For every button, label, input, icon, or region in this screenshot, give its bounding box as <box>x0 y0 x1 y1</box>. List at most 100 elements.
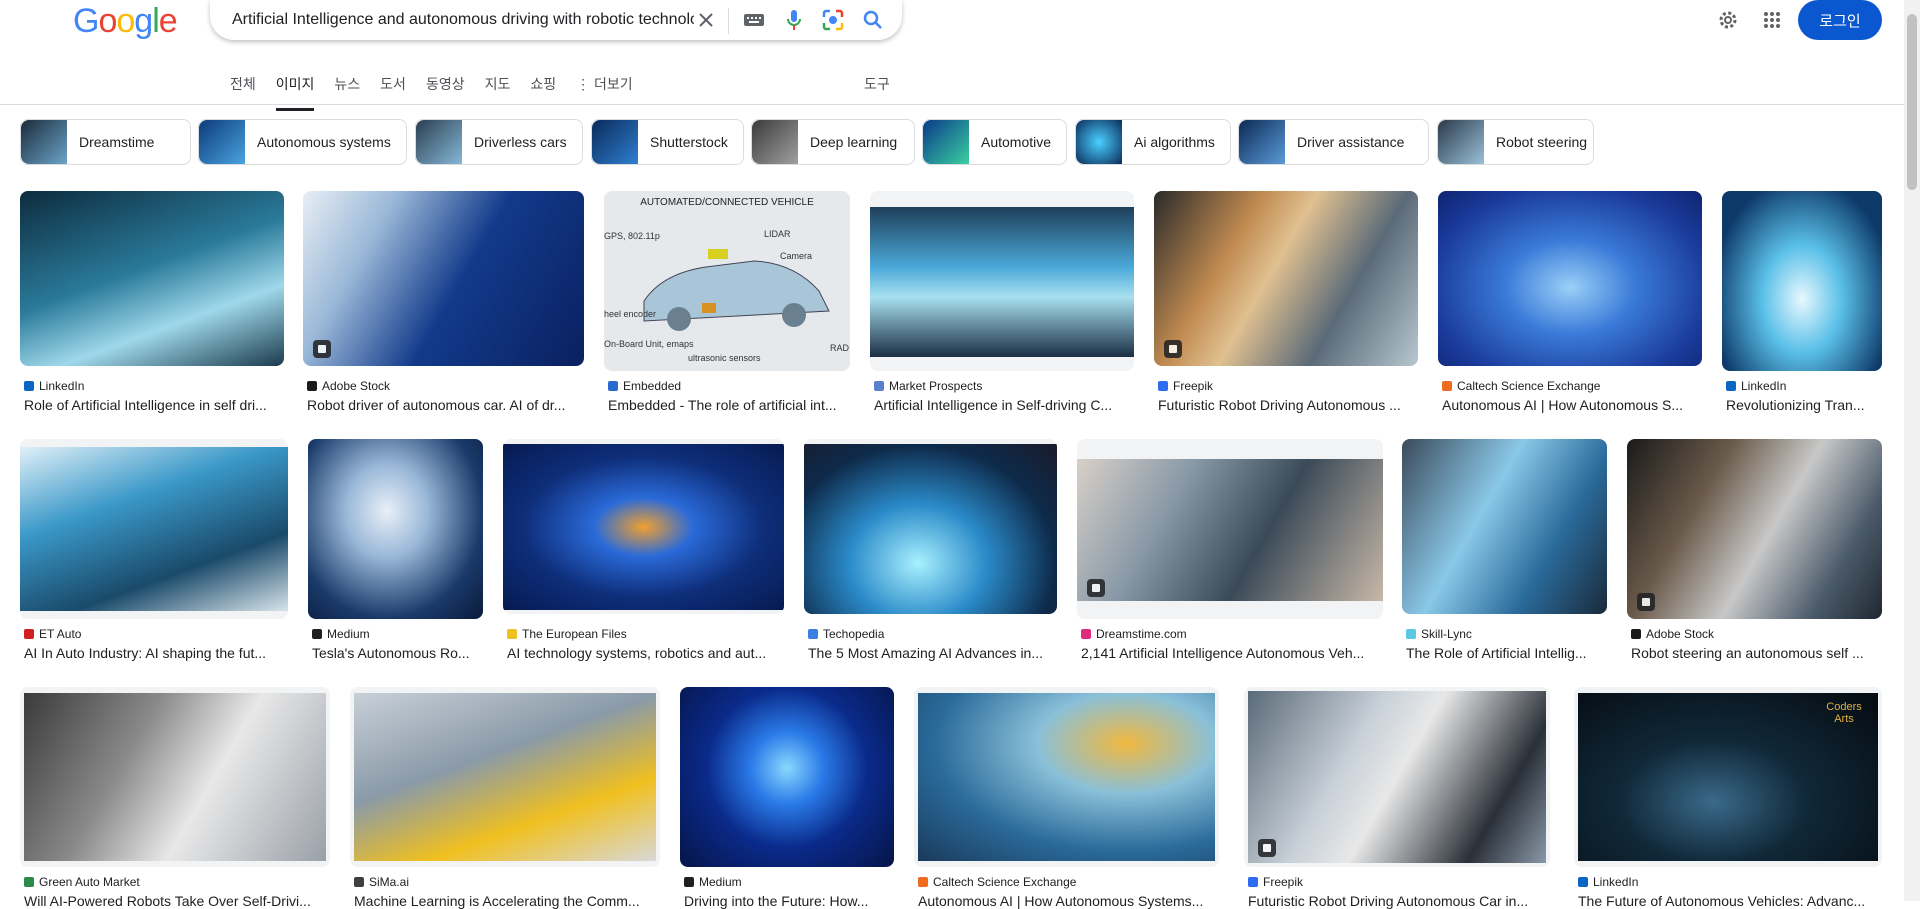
tools-button[interactable]: 도구 <box>864 74 890 94</box>
image-result[interactable]: Techopedia The 5 Most Amazing AI Advance… <box>804 439 1057 669</box>
logo-letter: G <box>73 2 99 40</box>
logo-letter: o <box>116 2 135 40</box>
page-scrollbar[interactable] <box>1904 0 1920 901</box>
chip-driver-assistance[interactable]: Driver assistance <box>1238 119 1429 165</box>
chip-autonomous-systems[interactable]: Autonomous systems <box>198 119 407 165</box>
image-result[interactable]: Caltech Science Exchange Autonomous AI |… <box>1438 191 1702 421</box>
result-title[interactable]: The Future of Autonomous Vehicles: Advan… <box>1578 893 1880 909</box>
result-title[interactable]: Tesla's Autonomous Ro... <box>312 645 481 661</box>
result-title[interactable]: Role of Artificial Intelligence in self … <box>24 397 282 413</box>
top-bar: Google 로그인 전체 이미지 뉴스 도서 동영상 지도 쇼핑 <box>0 0 1920 111</box>
tab-books[interactable]: 도서 <box>380 70 406 102</box>
result-title[interactable]: Futuristic Robot Driving Autonomous ... <box>1158 397 1416 413</box>
result-image <box>1077 459 1383 601</box>
chip-automotive[interactable]: Automotive <box>922 119 1067 165</box>
diagram-label: heel encoder <box>604 309 657 319</box>
result-image <box>680 687 894 867</box>
login-button[interactable]: 로그인 <box>1798 0 1882 40</box>
image-result[interactable]: LinkedIn Revolutionizing Tran... <box>1722 191 1882 421</box>
image-result[interactable]: Freepik Futuristic Robot Driving Autonom… <box>1244 687 1550 909</box>
chip-shutterstock[interactable]: Shutterstock <box>591 119 744 165</box>
result-title[interactable]: AI In Auto Industry: AI shaping the fut.… <box>24 645 286 661</box>
image-result[interactable]: LinkedIn Role of Artificial Intelligence… <box>20 191 284 421</box>
image-result[interactable]: Medium Driving into the Future: How... <box>680 687 894 909</box>
diagram-label: LIDAR <box>764 229 791 239</box>
tab-shopping[interactable]: 쇼핑 <box>530 70 556 102</box>
result-source: LinkedIn <box>1726 379 1786 393</box>
result-title[interactable]: Revolutionizing Tran... <box>1726 397 1880 413</box>
result-title[interactable]: Machine Learning is Accelerating the Com… <box>354 893 658 909</box>
adobe-stock-icon <box>1631 629 1641 639</box>
result-source: Adobe Stock <box>1631 627 1714 641</box>
chip-thumbnail <box>1076 120 1122 164</box>
image-result[interactable]: Medium Tesla's Autonomous Ro... <box>308 439 483 669</box>
image-result[interactable]: ET Auto AI In Auto Industry: AI shaping … <box>20 439 288 669</box>
result-source: Dreamstime.com <box>1081 627 1187 641</box>
tab-more[interactable]: ⋮ 더보기 <box>576 70 633 102</box>
tab-maps[interactable]: 지도 <box>485 70 511 102</box>
chip-label: Shutterstock <box>650 134 728 150</box>
image-result[interactable]: Freepik Futuristic Robot Driving Autonom… <box>1154 191 1418 421</box>
clear-icon[interactable] <box>694 8 718 32</box>
keyboard-icon[interactable] <box>742 8 766 32</box>
image-result[interactable]: Coders Arts LinkedIn The Future of Auton… <box>1574 687 1882 909</box>
freepik-icon <box>1248 877 1258 887</box>
chip-label: Robot steering <box>1496 134 1588 150</box>
scrollbar-thumb[interactable] <box>1907 14 1917 190</box>
image-result[interactable]: Adobe Stock Robot driver of autonomous c… <box>303 191 584 421</box>
dreamstime-icon <box>1081 629 1091 639</box>
google-logo[interactable]: Google <box>73 2 178 41</box>
result-source: Freepik <box>1158 379 1213 393</box>
result-image <box>24 693 326 861</box>
image-result[interactable]: Adobe Stock Robot steering an autonomous… <box>1627 439 1882 669</box>
chip-driverless-cars[interactable]: Driverless cars <box>415 119 583 165</box>
et-auto-icon <box>24 629 34 639</box>
result-title[interactable]: Autonomous AI | How Autonomous S... <box>1442 397 1700 413</box>
result-image <box>354 693 656 861</box>
adobe-stock-icon <box>307 381 317 391</box>
chip-label: Dreamstime <box>79 134 155 150</box>
result-image <box>918 693 1215 861</box>
chip-dreamstime[interactable]: Dreamstime <box>20 119 191 165</box>
result-title[interactable]: The Role of Artificial Intellig... <box>1406 645 1605 661</box>
result-title[interactable]: Driving into the Future: How... <box>684 893 892 909</box>
chip-robot-steering[interactable]: Robot steering <box>1437 119 1594 165</box>
result-title[interactable]: AI technology systems, robotics and aut.… <box>507 645 782 661</box>
result-title[interactable]: 2,141 Artificial Intelligence Autonomous… <box>1081 645 1381 661</box>
result-title[interactable]: The 5 Most Amazing AI Advances in... <box>808 645 1055 661</box>
result-title[interactable]: Robot steering an autonomous self ... <box>1631 645 1880 661</box>
image-result[interactable]: The European Files AI technology systems… <box>503 439 784 669</box>
result-title[interactable]: Embedded - The role of artificial int... <box>608 397 848 413</box>
search-input[interactable] <box>230 6 696 34</box>
tab-videos[interactable]: 동영상 <box>426 70 465 102</box>
image-badge-icon <box>1258 839 1276 857</box>
image-result[interactable]: SiMa.ai Machine Learning is Accelerating… <box>350 687 660 909</box>
image-result[interactable]: AUTOMATED/CONNECTED VEHICLE GPS, 802.11p… <box>604 191 850 421</box>
result-title[interactable]: Futuristic Robot Driving Autonomous Car … <box>1248 893 1548 909</box>
tab-news[interactable]: 뉴스 <box>334 70 360 102</box>
chip-deep-learning[interactable]: Deep learning <box>751 119 915 165</box>
result-title[interactable]: Robot driver of autonomous car. AI of dr… <box>307 397 582 413</box>
result-title[interactable]: Will AI-Powered Robots Take Over Self-Dr… <box>24 893 328 909</box>
image-result[interactable]: Green Auto Market Will AI-Powered Robots… <box>20 687 330 909</box>
search-icon[interactable] <box>861 8 885 32</box>
european-files-icon <box>507 629 517 639</box>
chip-thumbnail <box>1438 120 1484 164</box>
voice-search-icon[interactable] <box>782 8 806 32</box>
result-image <box>308 439 483 619</box>
result-title[interactable]: Autonomous AI | How Autonomous Systems..… <box>918 893 1217 909</box>
image-result[interactable]: Market Prospects Artificial Intelligence… <box>870 191 1134 421</box>
tab-all[interactable]: 전체 <box>230 70 256 102</box>
tab-images[interactable]: 이미지 <box>275 70 314 111</box>
settings-gear-icon[interactable] <box>1708 0 1748 40</box>
apps-grid-icon[interactable] <box>1752 0 1792 40</box>
result-title[interactable]: Artificial Intelligence in Self-driving … <box>874 397 1132 413</box>
chip-ai-algorithms[interactable]: Ai algorithms <box>1075 119 1231 165</box>
diagram-label: GPS, 802.11p <box>604 231 660 241</box>
lens-icon[interactable] <box>821 8 845 32</box>
medium-icon <box>312 629 322 639</box>
image-result[interactable]: Caltech Science Exchange Autonomous AI |… <box>914 687 1219 909</box>
embedded-icon <box>608 381 618 391</box>
image-result[interactable]: Dreamstime.com 2,141 Artificial Intellig… <box>1077 439 1383 669</box>
image-result[interactable]: Skill-Lync The Role of Artificial Intell… <box>1402 439 1607 669</box>
